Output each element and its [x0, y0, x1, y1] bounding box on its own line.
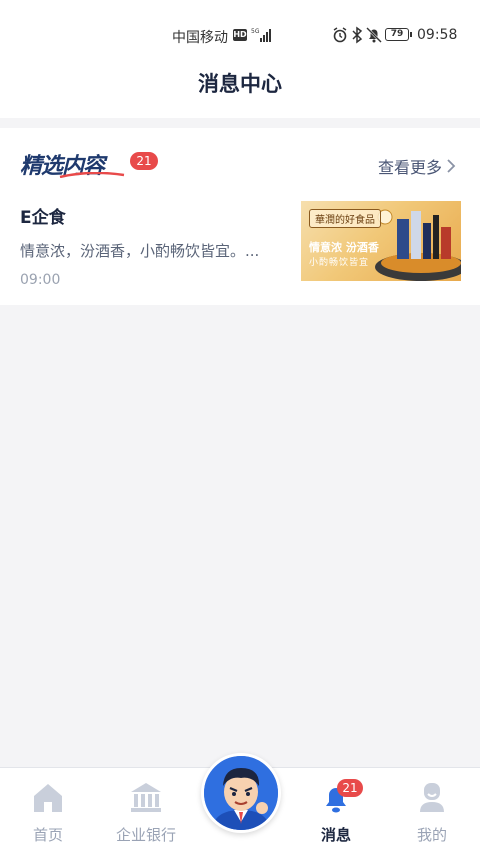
nav-mine[interactable]: 我的 — [384, 768, 480, 853]
message-thumbnail[interactable]: 華潤的好食品 情意浓 汾酒香 小酌畅饮皆宜 — [301, 201, 461, 281]
bank-icon — [131, 783, 161, 812]
clock: 09:58 — [417, 27, 458, 43]
signal-icon: 5G — [251, 28, 271, 42]
page-title: 消息中心 — [198, 72, 282, 96]
message-title: E企食 — [20, 208, 66, 228]
messages-unread-badge: 21 — [337, 779, 363, 797]
nav-corporate-bank[interactable]: 企业银行 — [96, 768, 196, 853]
thumbnail-brand-label: 華潤的好食品 — [309, 209, 381, 228]
page-header: 消息中心 — [0, 70, 480, 118]
logo-swoosh-icon — [59, 172, 125, 178]
message-time: 09:00 — [20, 272, 61, 288]
network-label: 5G — [251, 28, 260, 35]
alarm-icon — [333, 27, 347, 43]
thumbnail-subslogan: 小酌畅饮皆宜 — [309, 258, 370, 268]
battery-icon: 79 — [385, 28, 412, 41]
mute-bell-icon — [366, 27, 382, 43]
bluetooth-icon — [352, 26, 363, 44]
message-description: 情意浓，汾酒香，小酌畅饮皆宜。... — [20, 242, 260, 260]
user-icon — [420, 783, 444, 812]
nav-home[interactable]: 首页 — [0, 768, 96, 853]
home-icon — [34, 784, 62, 812]
chevron-right-icon — [447, 159, 456, 173]
section-unread-badge: 21 — [130, 152, 158, 170]
nav-home-label: 首页 — [32, 826, 63, 844]
nav-mine-label: 我的 — [416, 826, 447, 844]
see-more-label: 查看更多 — [377, 158, 442, 177]
nav-messages[interactable]: 消息 — [288, 768, 384, 853]
status-bar: 中国移动 HD 5G 79 09:58 — [0, 0, 480, 70]
nav-messages-label: 消息 — [320, 826, 351, 844]
thumbnail-slogan: 情意浓 汾酒香 — [309, 241, 379, 254]
mascot-avatar-icon — [204, 756, 278, 830]
carrier-label: 中国移动 — [172, 30, 228, 46]
hd-icon: HD — [233, 29, 247, 41]
see-more-link[interactable]: 查看更多 — [378, 154, 456, 178]
mascot-avatar-button[interactable] — [201, 753, 281, 833]
featured-content-card[interactable]: 精选内容 21 查看更多 E企食 情意浓，汾酒香，小酌畅饮皆宜。... 09:0… — [0, 128, 480, 305]
nav-corporate-bank-label: 企业银行 — [115, 826, 176, 844]
